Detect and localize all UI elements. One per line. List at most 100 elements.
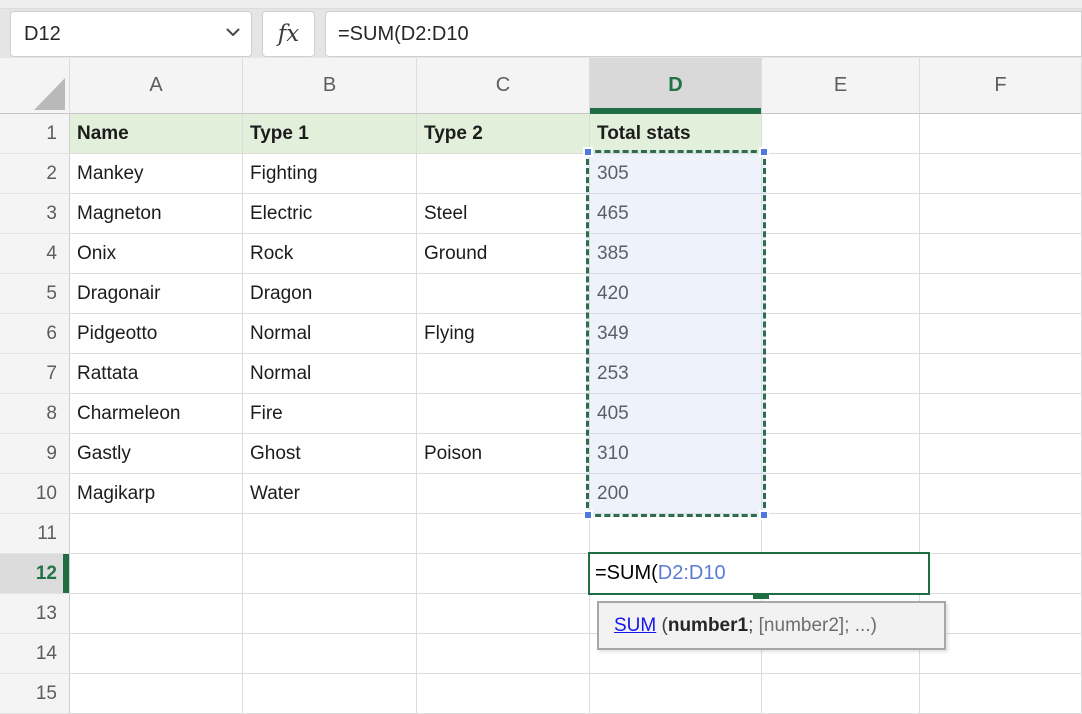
cell-A1[interactable]: Name xyxy=(70,114,243,154)
range-handle-bottom-right[interactable] xyxy=(759,510,769,520)
cell-C4[interactable]: Ground xyxy=(417,234,590,274)
range-handle-bottom-left[interactable] xyxy=(583,510,593,520)
cell-C3[interactable]: Steel xyxy=(417,194,590,234)
cell-A6[interactable]: Pidgeotto xyxy=(70,314,243,354)
cell-D15[interactable] xyxy=(590,674,762,714)
cell-A15[interactable] xyxy=(70,674,243,714)
cell-C7[interactable] xyxy=(417,354,590,394)
row-header-12[interactable]: 12 xyxy=(0,554,70,594)
cell-B13[interactable] xyxy=(243,594,417,634)
sum-function-link[interactable]: SUM xyxy=(614,615,656,637)
cell-A2[interactable]: Mankey xyxy=(70,154,243,194)
cell-A13[interactable] xyxy=(70,594,243,634)
cell-A9[interactable]: Gastly xyxy=(70,434,243,474)
cell-B3[interactable]: Electric xyxy=(243,194,417,234)
cell-F9[interactable] xyxy=(920,434,1082,474)
cell-F15[interactable] xyxy=(920,674,1082,714)
cell-B14[interactable] xyxy=(243,634,417,674)
cell-B12[interactable] xyxy=(243,554,417,594)
cell-B8[interactable]: Fire xyxy=(243,394,417,434)
row-header-3[interactable]: 3 xyxy=(0,194,70,234)
cell-C5[interactable] xyxy=(417,274,590,314)
cell-F6[interactable] xyxy=(920,314,1082,354)
cell-B11[interactable] xyxy=(243,514,417,554)
cell-E7[interactable] xyxy=(762,354,920,394)
row-header-15[interactable]: 15 xyxy=(0,674,70,714)
cell-F1[interactable] xyxy=(920,114,1082,154)
cell-F12[interactable] xyxy=(920,554,1082,594)
cell-A7[interactable]: Rattata xyxy=(70,354,243,394)
cell-C6[interactable]: Flying xyxy=(417,314,590,354)
cell-D6[interactable]: 349 xyxy=(590,314,762,354)
select-all-button[interactable] xyxy=(0,58,70,114)
cell-C14[interactable] xyxy=(417,634,590,674)
row-header-10[interactable]: 10 xyxy=(0,474,70,514)
cell-F5[interactable] xyxy=(920,274,1082,314)
formula-bar[interactable] xyxy=(325,11,1082,57)
cell-D1[interactable]: Total stats xyxy=(590,114,762,154)
cell-B9[interactable]: Ghost xyxy=(243,434,417,474)
cell-D9[interactable]: 310 xyxy=(590,434,762,474)
cell-A10[interactable]: Magikarp xyxy=(70,474,243,514)
cell-A8[interactable]: Charmeleon xyxy=(70,394,243,434)
cell-C10[interactable] xyxy=(417,474,590,514)
cell-B6[interactable]: Normal xyxy=(243,314,417,354)
cell-A3[interactable]: Magneton xyxy=(70,194,243,234)
row-header-2[interactable]: 2 xyxy=(0,154,70,194)
cell-E11[interactable] xyxy=(762,514,920,554)
row-header-14[interactable]: 14 xyxy=(0,634,70,674)
name-box[interactable] xyxy=(10,11,252,57)
row-header-13[interactable]: 13 xyxy=(0,594,70,634)
cell-E15[interactable] xyxy=(762,674,920,714)
row-header-7[interactable]: 7 xyxy=(0,354,70,394)
cell-C11[interactable] xyxy=(417,514,590,554)
fill-handle[interactable] xyxy=(753,593,769,599)
cell-F4[interactable] xyxy=(920,234,1082,274)
name-box-input[interactable] xyxy=(11,23,214,46)
column-header-F[interactable]: F xyxy=(920,58,1082,114)
cell-C15[interactable] xyxy=(417,674,590,714)
cell-C8[interactable] xyxy=(417,394,590,434)
cell-D11[interactable] xyxy=(590,514,762,554)
column-header-C[interactable]: C xyxy=(417,58,590,114)
cell-F11[interactable] xyxy=(920,514,1082,554)
cell-E4[interactable] xyxy=(762,234,920,274)
column-header-D[interactable]: D xyxy=(590,58,762,114)
range-handle-top-left[interactable] xyxy=(583,147,593,157)
cell-F10[interactable] xyxy=(920,474,1082,514)
formula-bar-input[interactable] xyxy=(326,23,1068,46)
column-header-E[interactable]: E xyxy=(762,58,920,114)
chevron-down-icon[interactable] xyxy=(226,28,240,37)
cell-D10[interactable]: 200 xyxy=(590,474,762,514)
cell-editor-d12[interactable]: =SUM(D2:D10 xyxy=(588,552,930,595)
insert-function-button[interactable]: fx xyxy=(262,11,315,57)
cell-B7[interactable]: Normal xyxy=(243,354,417,394)
cell-D7[interactable]: 253 xyxy=(590,354,762,394)
cell-D8[interactable]: 405 xyxy=(590,394,762,434)
cell-A5[interactable]: Dragonair xyxy=(70,274,243,314)
row-header-1[interactable]: 1 xyxy=(0,114,70,154)
cell-E1[interactable] xyxy=(762,114,920,154)
cell-B10[interactable]: Water xyxy=(243,474,417,514)
cell-B2[interactable]: Fighting xyxy=(243,154,417,194)
range-handle-top-right[interactable] xyxy=(759,147,769,157)
row-header-8[interactable]: 8 xyxy=(0,394,70,434)
cell-C2[interactable] xyxy=(417,154,590,194)
column-header-A[interactable]: A xyxy=(70,58,243,114)
cell-C12[interactable] xyxy=(417,554,590,594)
cell-F7[interactable] xyxy=(920,354,1082,394)
cell-B4[interactable]: Rock xyxy=(243,234,417,274)
cell-E8[interactable] xyxy=(762,394,920,434)
cell-B1[interactable]: Type 1 xyxy=(243,114,417,154)
cell-C13[interactable] xyxy=(417,594,590,634)
cell-E5[interactable] xyxy=(762,274,920,314)
cell-E2[interactable] xyxy=(762,154,920,194)
cell-E10[interactable] xyxy=(762,474,920,514)
column-header-B[interactable]: B xyxy=(243,58,417,114)
row-header-4[interactable]: 4 xyxy=(0,234,70,274)
cell-A11[interactable] xyxy=(70,514,243,554)
cell-A4[interactable]: Onix xyxy=(70,234,243,274)
cell-C9[interactable]: Poison xyxy=(417,434,590,474)
cell-B15[interactable] xyxy=(243,674,417,714)
cell-E3[interactable] xyxy=(762,194,920,234)
